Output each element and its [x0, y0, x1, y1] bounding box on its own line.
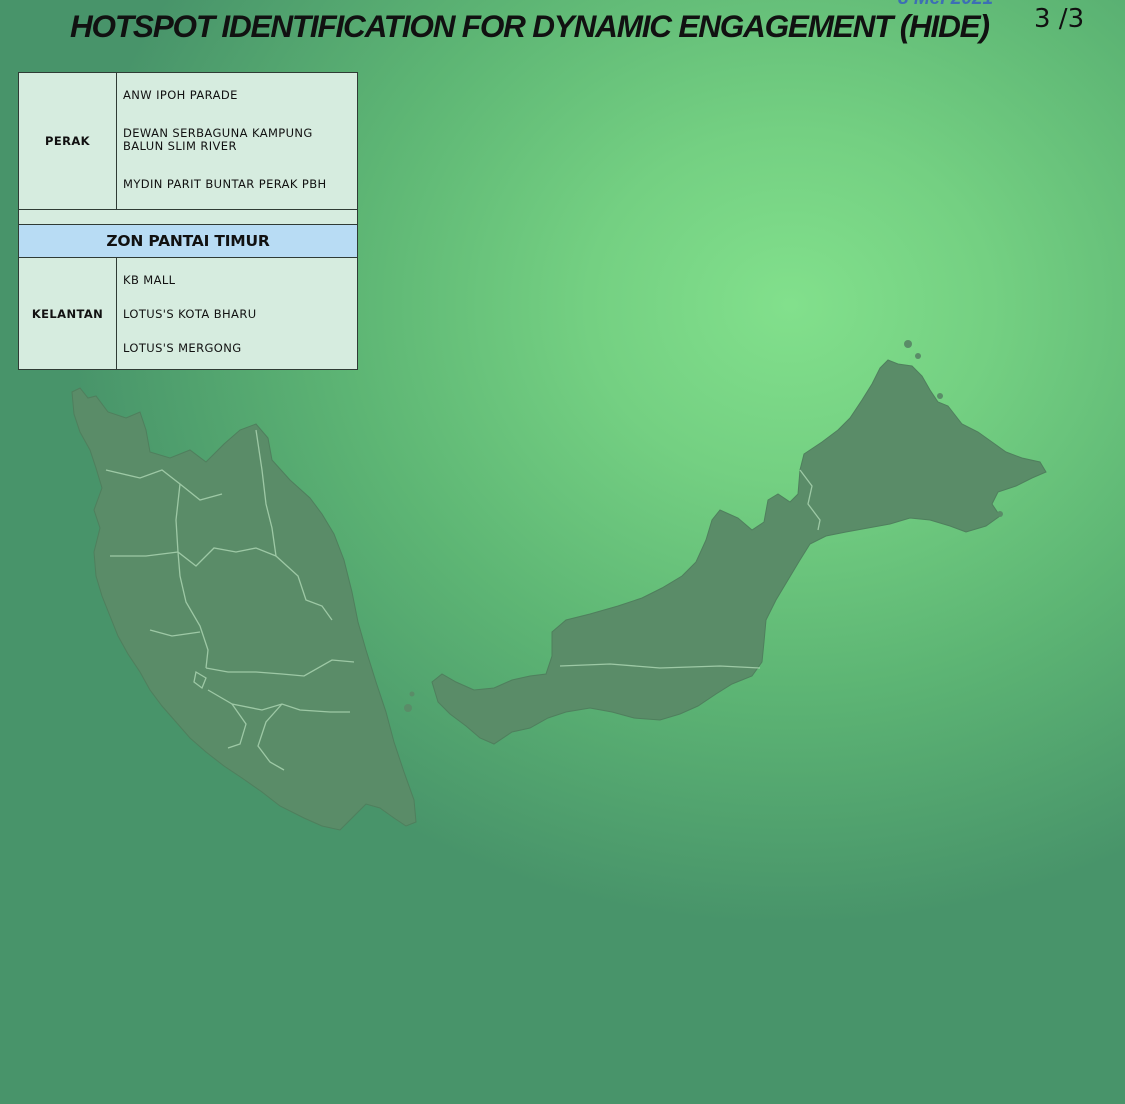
hotspot-table: PERAK ANW IPOH PARADE DEWAN SERBAGUNA KA… — [18, 72, 358, 370]
location-item: DEWAN SERBAGUNA KAMPUNG BALUN SLIM RIVER — [123, 126, 357, 153]
state-group-kelantan: KELANTAN KB MALL LOTUS'S KOTA BHARU LOTU… — [18, 258, 358, 370]
location-item: MYDIN PARIT BUNTAR PERAK PBH — [123, 176, 327, 191]
borneo-malaysia-shape — [431, 359, 1047, 745]
location-item: LOTUS'S MERGONG — [123, 340, 242, 355]
location-list: KB MALL LOTUS'S KOTA BHARU LOTUS'S MERGO… — [117, 258, 357, 369]
location-line: BALUN SLIM RIVER — [123, 138, 237, 153]
state-label: KELANTAN — [19, 258, 117, 369]
island-shape — [915, 353, 921, 359]
peninsular-malaysia-shape — [71, 387, 417, 831]
table-spacer — [18, 210, 358, 224]
zone-header: ZON PANTAI TIMUR — [18, 224, 358, 258]
location-item: KB MALL — [123, 273, 176, 288]
state-label: PERAK — [19, 73, 117, 209]
island-shape — [904, 340, 912, 348]
island-shape — [997, 511, 1003, 517]
island-shape — [937, 393, 943, 399]
location-item: LOTUS'S KOTA BHARU — [123, 306, 257, 321]
island-shape — [404, 704, 412, 712]
location-list: ANW IPOH PARADE DEWAN SERBAGUNA KAMPUNG … — [117, 73, 357, 209]
location-item: ANW IPOH PARADE — [123, 88, 238, 103]
state-group-perak: PERAK ANW IPOH PARADE DEWAN SERBAGUNA KA… — [18, 72, 358, 210]
island-shape — [409, 691, 415, 697]
